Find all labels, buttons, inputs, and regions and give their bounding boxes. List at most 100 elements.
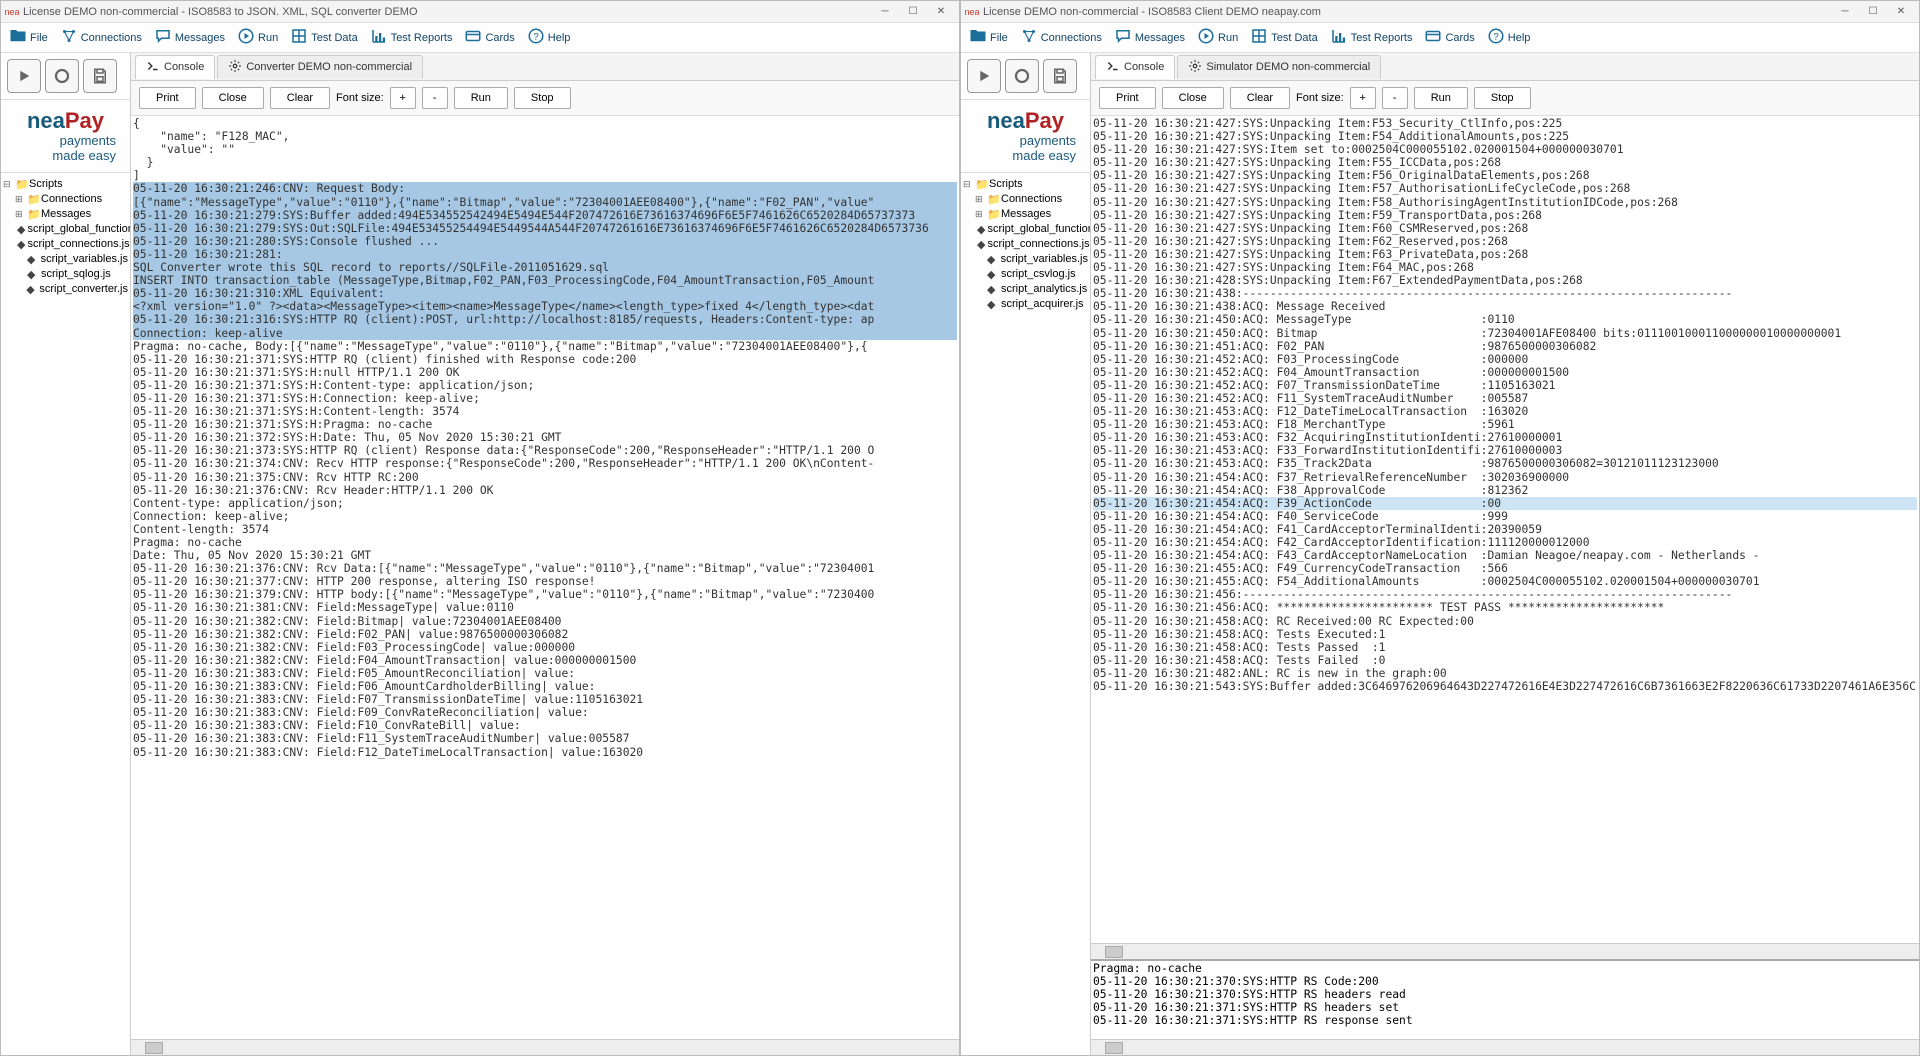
help-icon: ? bbox=[527, 27, 545, 48]
console-line: 05-11-20 16:30:21:427:SYS:Unpacking Item… bbox=[1093, 182, 1917, 195]
svg-text:?: ? bbox=[1493, 32, 1499, 43]
tab-converter-demo-non-commercial[interactable]: Converter DEMO non-commercial bbox=[217, 55, 423, 79]
tree-item[interactable]: ◆ script_converter.js bbox=[3, 282, 128, 297]
tab-simulator-demo-non-commercial[interactable]: Simulator DEMO non-commercial bbox=[1177, 55, 1381, 79]
tree-item[interactable]: ◆ script_acquirer.js bbox=[963, 297, 1088, 312]
console-output-bottom[interactable]: Pragma: no-cache05-11-20 16:30:21:370:SY… bbox=[1091, 959, 1919, 1039]
folder-icon: 📁 bbox=[27, 193, 39, 206]
font-plus-button[interactable]: + bbox=[390, 87, 416, 109]
tree-item[interactable]: ⊟📁 Scripts bbox=[963, 177, 1088, 192]
horizontal-scrollbar[interactable] bbox=[1091, 943, 1919, 959]
tree-expander-icon[interactable]: ⊞ bbox=[15, 194, 25, 205]
toolbar-run[interactable]: Run bbox=[1193, 25, 1242, 50]
console-output-top[interactable]: 05-11-20 16:30:21:427:SYS:Unpacking Item… bbox=[1091, 116, 1919, 943]
toolbar-messages[interactable]: Messages bbox=[150, 25, 229, 50]
script-tree[interactable]: ⊟📁 Scripts ⊞📁 Connections ⊞📁 Messages ◆ … bbox=[1, 173, 130, 1055]
toolbar-connections[interactable]: Connections bbox=[56, 25, 146, 50]
run-button[interactable]: Run bbox=[454, 87, 508, 109]
clear-button[interactable]: Clear bbox=[1230, 87, 1290, 109]
big-stop-button[interactable] bbox=[45, 59, 79, 93]
font-minus-button[interactable]: - bbox=[1382, 87, 1408, 109]
tree-expander-icon[interactable]: ⊞ bbox=[975, 209, 985, 220]
tree-item[interactable]: ⊞📁 Messages bbox=[963, 207, 1088, 222]
tree-item[interactable]: ⊞📁 Connections bbox=[3, 192, 128, 207]
console-line: 05-11-20 16:30:21:371:SYS:H:Connection: … bbox=[133, 392, 957, 405]
console-icon bbox=[1106, 59, 1120, 76]
tree-expander-icon[interactable]: ⊟ bbox=[3, 179, 13, 190]
console-output[interactable]: { "name": "F128_MAC", "value": "" }]05-1… bbox=[131, 116, 959, 1039]
big-play-button[interactable] bbox=[967, 59, 1001, 93]
minimize-button[interactable]: ─ bbox=[871, 2, 899, 22]
close-button[interactable]: Close bbox=[202, 87, 264, 109]
tab-console[interactable]: Console bbox=[1095, 55, 1175, 79]
tree-expander-icon[interactable]: ⊟ bbox=[963, 179, 973, 190]
print-button[interactable]: Print bbox=[139, 87, 196, 109]
tree-item[interactable]: ⊟📁 Scripts bbox=[3, 177, 128, 192]
console-line: 05-11-20 16:30:21:450:ACQ: Bitmap :72304… bbox=[1093, 327, 1917, 340]
toolbar-messages[interactable]: Messages bbox=[1110, 25, 1189, 50]
toolbar-help[interactable]: ? Help bbox=[523, 25, 575, 50]
toolbar-help[interactable]: ? Help bbox=[1483, 25, 1535, 50]
horizontal-scrollbar-bottom[interactable] bbox=[1091, 1039, 1919, 1055]
console-line: Connection: keep-alive bbox=[133, 327, 957, 340]
tree-item[interactable]: ⊞📁 Messages bbox=[3, 207, 128, 222]
tree-item[interactable]: ◆ script_global_functions.js bbox=[963, 222, 1088, 237]
tree-item[interactable]: ⊞📁 Connections bbox=[963, 192, 1088, 207]
big-play-button[interactable] bbox=[7, 59, 41, 93]
tree-item[interactable]: ◆ script_connections.js bbox=[963, 237, 1088, 252]
close-window-button[interactable]: ✕ bbox=[1887, 2, 1915, 22]
big-save-button[interactable] bbox=[1043, 59, 1077, 93]
clear-button[interactable]: Clear bbox=[270, 87, 330, 109]
toolbar-file[interactable]: File bbox=[965, 25, 1012, 50]
tree-expander-icon[interactable]: ⊞ bbox=[975, 194, 985, 205]
toolbar-label: Help bbox=[1508, 32, 1531, 44]
toolbar-test data[interactable]: Test Data bbox=[286, 25, 361, 50]
close-window-button[interactable]: ✕ bbox=[927, 2, 955, 22]
toolbar-test data[interactable]: Test Data bbox=[1246, 25, 1321, 50]
tree-item[interactable]: ◆ script_csvlog.js bbox=[963, 267, 1088, 282]
console-line: 05-11-20 16:30:21:310:XML Equivalent: bbox=[133, 287, 957, 300]
horizontal-scrollbar[interactable] bbox=[131, 1039, 959, 1055]
tree-item[interactable]: ◆ script_sqlog.js bbox=[3, 267, 128, 282]
tab-console[interactable]: Console bbox=[135, 55, 215, 79]
toolbar-test reports[interactable]: Test Reports bbox=[366, 25, 457, 50]
script-tree[interactable]: ⊟📁 Scripts ⊞📁 Connections ⊞📁 Messages ◆ … bbox=[961, 173, 1090, 1055]
font-minus-button[interactable]: - bbox=[422, 87, 448, 109]
toolbar-test reports[interactable]: Test Reports bbox=[1326, 25, 1417, 50]
big-stop-button[interactable] bbox=[1005, 59, 1039, 93]
console-line: 05-11-20 16:30:21:382:CNV: Field:Bitmap|… bbox=[133, 615, 957, 628]
tree-item[interactable]: ◆ script_connections.js bbox=[3, 237, 128, 252]
run-button[interactable]: Run bbox=[1414, 87, 1468, 109]
console-line: 05-11-20 16:30:21:454:ACQ: F43_CardAccep… bbox=[1093, 549, 1917, 562]
tree-item[interactable]: ◆ script_variables.js bbox=[3, 252, 128, 267]
console-line: 05-11-20 16:30:21:246:CNV: Request Body: bbox=[133, 182, 957, 195]
minimize-button[interactable]: ─ bbox=[1831, 2, 1859, 22]
tree-item[interactable]: ◆ script_analytics.js bbox=[963, 282, 1088, 297]
logo-area: neaPay payments made easy bbox=[961, 100, 1090, 173]
console-line: 05-11-20 16:30:21:427:SYS:Unpacking Item… bbox=[1093, 169, 1917, 182]
font-plus-button[interactable]: + bbox=[1350, 87, 1376, 109]
logo-sub1: payments bbox=[9, 134, 122, 149]
console-line: 05-11-20 16:30:21:379:CNV: HTTP body:[{"… bbox=[133, 588, 957, 601]
file-icon: ◆ bbox=[26, 283, 37, 296]
toolbar-connections[interactable]: Connections bbox=[1016, 25, 1106, 50]
console-line: 05-11-20 16:30:21:454:ACQ: F37_Retrieval… bbox=[1093, 471, 1917, 484]
toolbar-cards[interactable]: Cards bbox=[460, 25, 518, 50]
window-controls: ─ ☐ ✕ bbox=[1831, 2, 1915, 22]
tree-item[interactable]: ◆ script_variables.js bbox=[963, 252, 1088, 267]
file-icon: ◆ bbox=[987, 253, 999, 266]
toolbar-run[interactable]: Run bbox=[233, 25, 282, 50]
big-save-button[interactable] bbox=[83, 59, 117, 93]
tree-expander-icon[interactable]: ⊞ bbox=[15, 209, 25, 220]
maximize-button[interactable]: ☐ bbox=[1859, 2, 1887, 22]
print-button[interactable]: Print bbox=[1099, 87, 1156, 109]
toolbar-cards[interactable]: Cards bbox=[1420, 25, 1478, 50]
close-button[interactable]: Close bbox=[1162, 87, 1224, 109]
console-line: 05-11-20 16:30:21:454:ACQ: F41_CardAccep… bbox=[1093, 523, 1917, 536]
maximize-button[interactable]: ☐ bbox=[899, 2, 927, 22]
file-icon: ◆ bbox=[17, 238, 25, 251]
stop-button[interactable]: Stop bbox=[514, 87, 571, 109]
tree-item[interactable]: ◆ script_global_functions.js bbox=[3, 222, 128, 237]
stop-button[interactable]: Stop bbox=[1474, 87, 1531, 109]
toolbar-file[interactable]: File bbox=[5, 25, 52, 50]
